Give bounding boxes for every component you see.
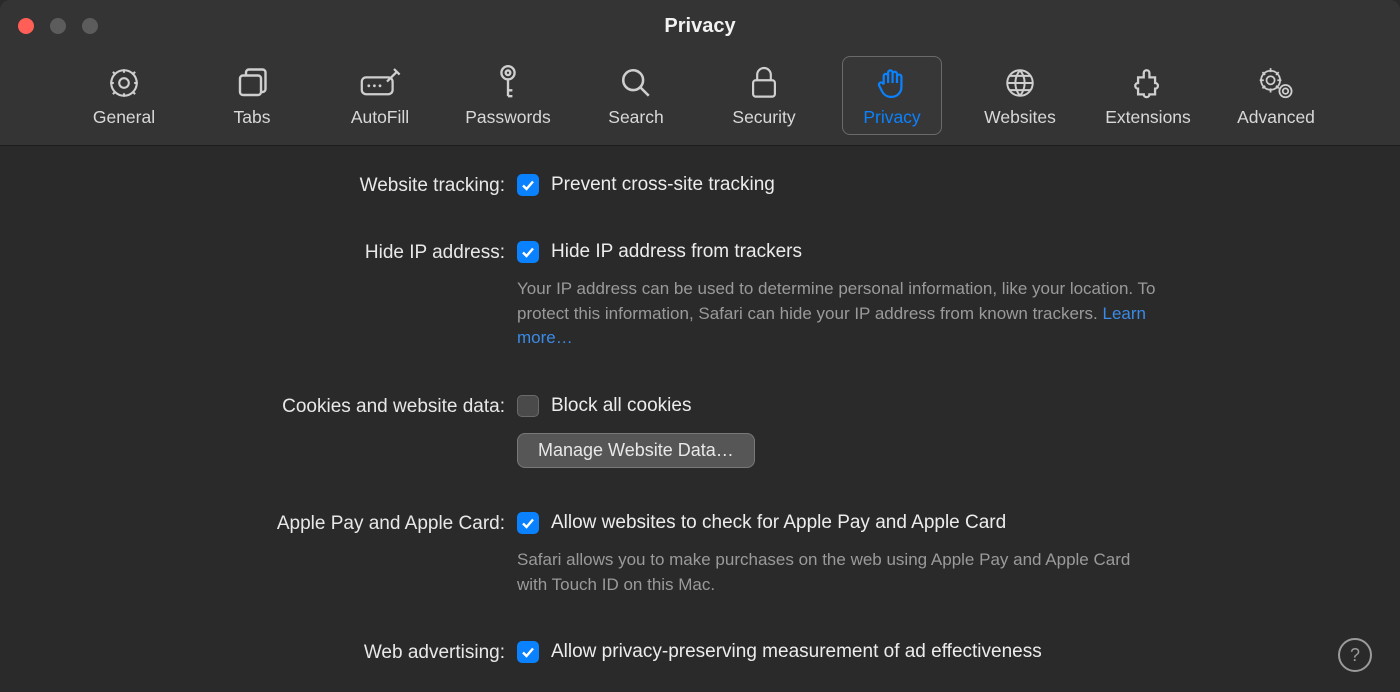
tab-privacy[interactable]: Privacy xyxy=(842,56,942,135)
tab-autofill[interactable]: AutoFill xyxy=(330,56,430,135)
checkbox-label: Allow privacy-preserving measurement of … xyxy=(551,641,1042,663)
checkbox-apple-pay-check[interactable] xyxy=(517,512,539,534)
help-button[interactable]: ? xyxy=(1338,638,1372,672)
hand-icon xyxy=(875,63,909,103)
manage-website-data-button[interactable]: Manage Website Data… xyxy=(517,433,755,468)
checkbox-label: Block all cookies xyxy=(551,395,691,417)
checkbox-label: Allow websites to check for Apple Pay an… xyxy=(551,512,1006,534)
label-website-tracking: Website tracking: xyxy=(0,174,505,197)
tab-label: AutoFill xyxy=(351,107,409,128)
tab-label: Security xyxy=(732,107,795,128)
tab-security[interactable]: Security xyxy=(714,56,814,135)
tab-label: Passwords xyxy=(465,107,551,128)
lock-icon xyxy=(749,63,779,103)
label-cookies: Cookies and website data: xyxy=(0,395,505,418)
tab-websites[interactable]: Websites xyxy=(970,56,1070,135)
puzzle-icon xyxy=(1131,63,1165,103)
checkbox-label: Hide IP address from trackers xyxy=(551,241,802,263)
tab-tabs[interactable]: Tabs xyxy=(202,56,302,135)
tab-label: Search xyxy=(608,107,663,128)
window-title: Privacy xyxy=(664,15,735,38)
description-hide-ip: Your IP address can be used to determine… xyxy=(517,277,1157,351)
gears-icon xyxy=(1257,63,1295,103)
checkbox-hide-ip-from-trackers[interactable] xyxy=(517,241,539,263)
checkbox-prevent-cross-site-tracking[interactable] xyxy=(517,174,539,196)
globe-icon xyxy=(1003,63,1037,103)
tab-passwords[interactable]: Passwords xyxy=(458,56,558,135)
tab-label: Extensions xyxy=(1105,107,1191,128)
tab-label: Tabs xyxy=(234,107,271,128)
label-apple-pay: Apple Pay and Apple Card: xyxy=(0,512,505,535)
tab-advanced[interactable]: Advanced xyxy=(1226,56,1326,135)
autofill-icon xyxy=(359,63,401,103)
traffic-lights xyxy=(18,18,98,34)
row-cookies: Cookies and website data: Block all cook… xyxy=(0,395,1400,468)
tab-general[interactable]: General xyxy=(74,56,174,135)
key-icon xyxy=(493,63,523,103)
zoom-window-button[interactable] xyxy=(82,18,98,34)
gear-icon xyxy=(106,63,142,103)
tab-label: General xyxy=(93,107,155,128)
description-apple-pay: Safari allows you to make purchases on t… xyxy=(517,548,1157,597)
preferences-toolbar: General Tabs AutoFill xyxy=(0,52,1400,146)
tab-label: Privacy xyxy=(863,107,920,128)
tab-search[interactable]: Search xyxy=(586,56,686,135)
tab-label: Advanced xyxy=(1237,107,1315,128)
label-web-advertising: Web advertising: xyxy=(0,641,505,664)
row-hide-ip: Hide IP address: Hide IP address from tr… xyxy=(0,241,1400,351)
tab-label: Websites xyxy=(984,107,1056,128)
tabs-icon xyxy=(234,63,270,103)
close-window-button[interactable] xyxy=(18,18,34,34)
checkbox-block-all-cookies[interactable] xyxy=(517,395,539,417)
label-hide-ip: Hide IP address: xyxy=(0,241,505,264)
row-apple-pay: Apple Pay and Apple Card: Allow websites… xyxy=(0,512,1400,597)
row-web-advertising: Web advertising: Allow privacy-preservin… xyxy=(0,641,1400,664)
tab-extensions[interactable]: Extensions xyxy=(1098,56,1198,135)
privacy-pane: Website tracking: Prevent cross-site tra… xyxy=(0,146,1400,664)
row-website-tracking: Website tracking: Prevent cross-site tra… xyxy=(0,174,1400,197)
checkbox-label: Prevent cross-site tracking xyxy=(551,174,775,196)
search-icon xyxy=(619,63,653,103)
titlebar: Privacy xyxy=(0,0,1400,52)
minimize-window-button[interactable] xyxy=(50,18,66,34)
checkbox-privacy-preserving-ads[interactable] xyxy=(517,641,539,663)
